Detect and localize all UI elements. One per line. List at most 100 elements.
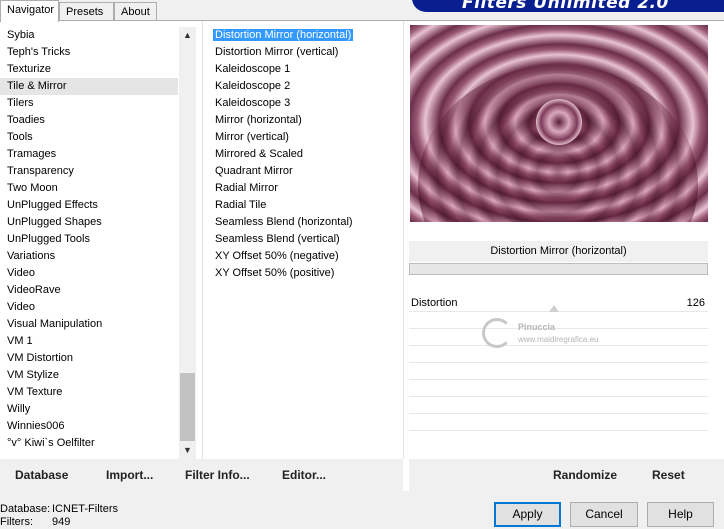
- category-item[interactable]: Tools: [0, 129, 178, 146]
- filter-item[interactable]: Mirror (horizontal): [208, 112, 398, 129]
- category-item[interactable]: Tramages: [0, 146, 178, 163]
- category-scrollbar[interactable]: ▲ ▼: [179, 27, 196, 459]
- filter-item[interactable]: XY Offset 50% (positive): [208, 265, 398, 282]
- app-logo: Filters Unlimited 2.0: [412, 0, 724, 12]
- tab-about[interactable]: About: [114, 2, 157, 21]
- filter-item-label: Mirror (vertical): [215, 131, 289, 143]
- watermark-url: www.maidiregrafica.eu: [518, 335, 599, 344]
- category-item[interactable]: VM Stylize: [0, 367, 178, 384]
- category-item[interactable]: Tilers: [0, 95, 178, 112]
- database-info: Database: ICNET-Filters Filters: 949: [0, 503, 118, 529]
- category-item[interactable]: Two Moon: [0, 180, 178, 197]
- filter-item-label: XY Offset 50% (negative): [215, 250, 339, 262]
- filters-count-value: 949: [52, 516, 71, 528]
- empty-parameter-row: [409, 363, 708, 380]
- parameter-name: Distortion: [411, 297, 458, 309]
- filter-item-label: Distortion Mirror (vertical): [215, 46, 339, 58]
- scroll-down-icon[interactable]: ▼: [179, 442, 196, 459]
- filter-item[interactable]: Seamless Blend (vertical): [208, 231, 398, 248]
- filter-item-label: Kaleidoscope 2: [215, 80, 291, 92]
- column-divider: [202, 21, 203, 461]
- category-item[interactable]: Video: [0, 265, 178, 282]
- filter-item[interactable]: Quadrant Mirror: [208, 163, 398, 180]
- action-bar: Database Import... Filter Info... Editor…: [0, 459, 724, 491]
- category-item[interactable]: Visual Manipulation: [0, 316, 178, 333]
- category-item[interactable]: VM Distortion: [0, 350, 178, 367]
- filter-item[interactable]: Mirrored & Scaled: [208, 146, 398, 163]
- filter-item[interactable]: Radial Mirror: [208, 180, 398, 197]
- database-button[interactable]: Database: [15, 468, 68, 482]
- reset-button[interactable]: Reset: [652, 468, 685, 482]
- category-item[interactable]: Willy: [0, 401, 178, 418]
- watermark-name: Pinuccia: [518, 322, 556, 332]
- filter-item-label: Radial Tile: [215, 199, 267, 211]
- filter-item-label: Kaleidoscope 1: [215, 63, 291, 75]
- category-item[interactable]: UnPlugged Tools: [0, 231, 178, 248]
- database-label: Database:: [0, 503, 51, 515]
- category-item[interactable]: Transparency: [0, 163, 178, 180]
- tab-strip: Navigator Presets About: [0, 0, 160, 22]
- category-item[interactable]: UnPlugged Effects: [0, 197, 178, 214]
- filter-title: Distortion Mirror (horizontal): [409, 241, 708, 262]
- database-value: ICNET-Filters: [52, 503, 118, 515]
- filter-info-button[interactable]: Filter Info...: [185, 468, 250, 482]
- action-bar-divider: [403, 459, 409, 491]
- filter-item[interactable]: Radial Tile: [208, 197, 398, 214]
- parameter-value: 126: [686, 297, 705, 309]
- watermark: Pinuccia www.maidiregrafica.eu: [482, 318, 632, 358]
- category-item[interactable]: Texturize: [0, 61, 178, 78]
- filters-count-label: Filters:: [0, 516, 33, 528]
- category-item[interactable]: Winnies006: [0, 418, 178, 435]
- tab-navigator[interactable]: Navigator: [0, 0, 59, 22]
- filter-item[interactable]: Kaleidoscope 1: [208, 61, 398, 78]
- filter-item[interactable]: Kaleidoscope 2: [208, 78, 398, 95]
- filter-item[interactable]: Mirror (vertical): [208, 129, 398, 146]
- empty-parameter-row: [409, 397, 708, 414]
- category-item[interactable]: Sybia: [0, 27, 178, 44]
- category-item[interactable]: VM 1: [0, 333, 178, 350]
- category-item[interactable]: °v° Kiwi`s Oelfilter: [0, 435, 178, 452]
- filter-item[interactable]: Seamless Blend (horizontal): [208, 214, 398, 231]
- tab-presets[interactable]: Presets: [59, 2, 114, 21]
- category-item[interactable]: Video: [0, 299, 178, 316]
- filter-preview-image: [410, 25, 708, 222]
- editor-button[interactable]: Editor...: [282, 468, 326, 482]
- scroll-up-icon[interactable]: ▲: [179, 27, 196, 44]
- filter-item[interactable]: XY Offset 50% (negative): [208, 248, 398, 265]
- cancel-button[interactable]: Cancel: [570, 502, 638, 527]
- filter-list: Distortion Mirror (horizontal) Distortion…: [208, 27, 398, 282]
- filter-item-label: Mirror (horizontal): [215, 114, 302, 126]
- category-list: Sybia Teph's Tricks Texturize Tile & Mirror…: [0, 27, 178, 452]
- slider-marker-icon[interactable]: [549, 305, 559, 312]
- preview-center: [536, 99, 582, 145]
- filter-item[interactable]: Distortion Mirror (horizontal): [208, 27, 398, 44]
- category-item[interactable]: Toadies: [0, 112, 178, 129]
- category-item[interactable]: VM Texture: [0, 384, 178, 401]
- filter-item[interactable]: Distortion Mirror (vertical): [208, 44, 398, 61]
- progress-bar: [409, 263, 708, 275]
- filter-item-label: Quadrant Mirror: [215, 165, 293, 177]
- column-divider: [403, 21, 404, 461]
- watermark-logo-icon: [482, 318, 512, 348]
- app-title: Filters Unlimited 2.0: [462, 0, 669, 12]
- randomize-button[interactable]: Randomize: [553, 468, 617, 482]
- filter-item[interactable]: Kaleidoscope 3: [208, 95, 398, 112]
- filter-item-label: Kaleidoscope 3: [215, 97, 291, 109]
- filter-item-label: Mirrored & Scaled: [215, 148, 304, 160]
- category-item[interactable]: UnPlugged Shapes: [0, 214, 178, 231]
- empty-parameter-row: [409, 380, 708, 397]
- scroll-thumb[interactable]: [180, 373, 195, 441]
- category-item[interactable]: VideoRave: [0, 282, 178, 299]
- filter-item-label: XY Offset 50% (positive): [215, 267, 335, 279]
- category-item[interactable]: Variations: [0, 248, 178, 265]
- empty-parameter-row: [409, 414, 708, 431]
- apply-button[interactable]: Apply: [494, 502, 561, 527]
- parameter-list: Distortion 126: [409, 295, 708, 431]
- filter-item-label: Seamless Blend (vertical): [215, 233, 340, 245]
- filter-item-label: Seamless Blend (horizontal): [215, 216, 353, 228]
- filter-item-label: Distortion Mirror (horizontal): [211, 28, 355, 42]
- category-item[interactable]: Teph's Tricks: [0, 44, 178, 61]
- import-button[interactable]: Import...: [106, 468, 153, 482]
- category-item[interactable]: Tile & Mirror: [0, 78, 178, 95]
- help-button[interactable]: Help: [647, 502, 714, 527]
